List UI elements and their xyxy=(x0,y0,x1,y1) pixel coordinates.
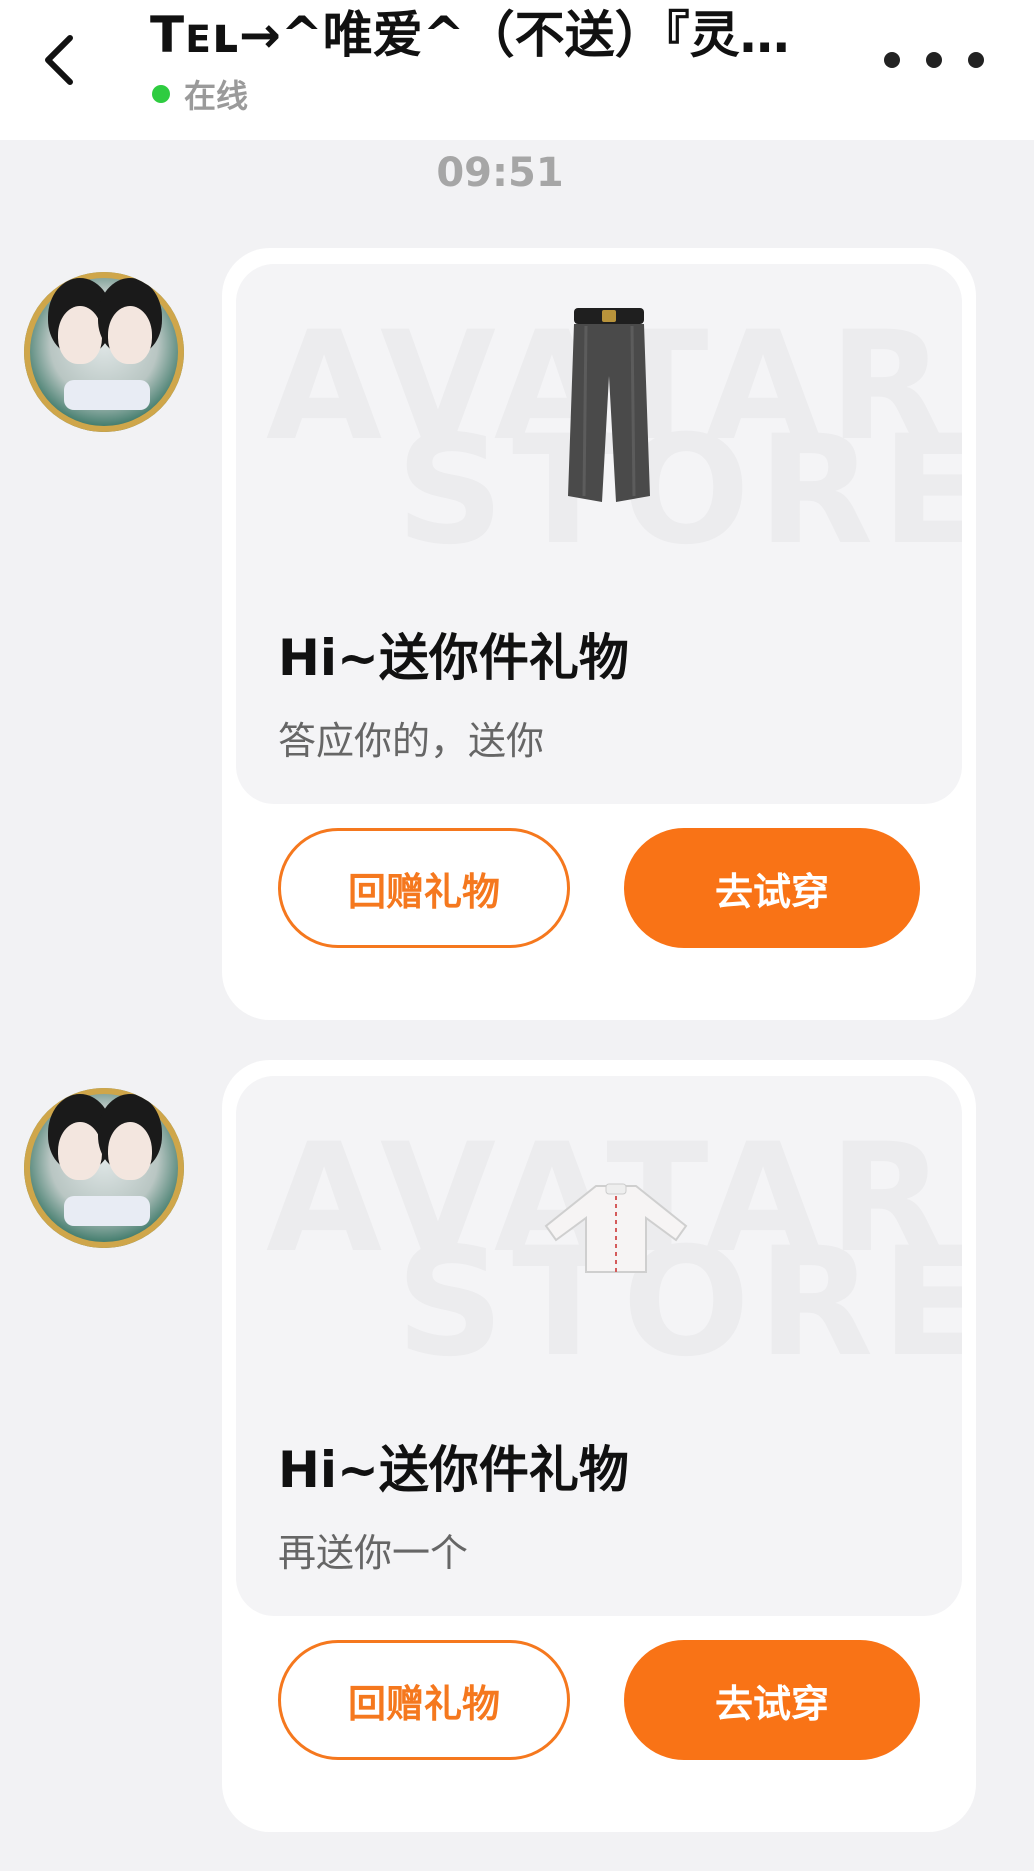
gift-card: AVATAR STORE Hi~送你件礼物 再送你一个 回赠礼物 去试穿 xyxy=(222,1060,976,1832)
more-dots-icon xyxy=(884,52,900,68)
more-options-button[interactable] xyxy=(884,44,984,76)
shirt-icon xyxy=(544,1183,688,1273)
avatar-face xyxy=(108,1122,152,1180)
more-dots-icon xyxy=(926,52,942,68)
trousers-icon xyxy=(568,308,650,502)
return-gift-button[interactable]: 回赠礼物 xyxy=(278,1640,570,1760)
gift-card: AVATAR STORE Hi~送你件礼物 答应你的，送你 回赠礼物 去试穿 xyxy=(222,248,976,1020)
sender-avatar[interactable] xyxy=(24,272,184,432)
try-on-button[interactable]: 去试穿 xyxy=(624,1640,920,1760)
gift-message: 答应你的，送你 xyxy=(278,719,545,763)
gift-title: Hi~送你件礼物 xyxy=(278,629,629,687)
avatar-face xyxy=(108,306,152,364)
avatar-face xyxy=(58,306,102,364)
chat-title[interactable]: Tᴇʟ→^唯爱^（不送）『灵… xyxy=(150,4,830,66)
avatar-clothes xyxy=(64,380,150,410)
status-text: 在线 xyxy=(184,77,249,115)
try-on-button[interactable]: 去试穿 xyxy=(624,828,920,948)
avatar-face xyxy=(58,1122,102,1180)
back-button[interactable] xyxy=(30,22,90,98)
avatar-clothes xyxy=(64,1196,150,1226)
online-dot-icon xyxy=(152,85,170,103)
return-gift-button[interactable]: 回赠礼物 xyxy=(278,828,570,948)
gift-title: Hi~送你件礼物 xyxy=(278,1441,629,1499)
chat-timestamp: 09:51 xyxy=(436,150,564,196)
chat-header: Tᴇʟ→^唯爱^（不送）『灵… 在线 xyxy=(0,0,1034,140)
watermark-text: STORE xyxy=(396,404,962,578)
sender-avatar[interactable] xyxy=(24,1088,184,1248)
chevron-left-icon xyxy=(45,35,73,85)
more-dots-icon xyxy=(968,52,984,68)
online-status: 在线 xyxy=(152,72,248,116)
gift-message: 再送你一个 xyxy=(278,1531,469,1575)
